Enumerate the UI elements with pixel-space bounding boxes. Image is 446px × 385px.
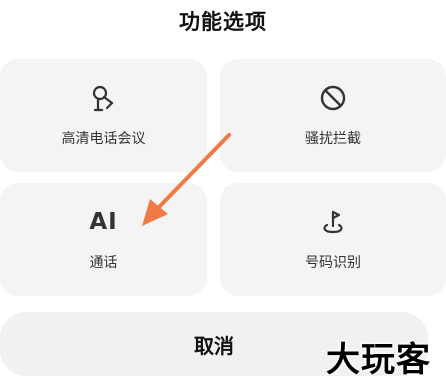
location-pin-icon [220,207,446,237]
option-hd-conference-call[interactable]: 高清电话会议 [0,59,207,172]
function-options-sheet: 功能选项 高清电话会议 骚扰拦截 AI 通话 号码识别 取消 大玩客 [0,0,446,385]
option-ai-call[interactable]: AI 通话 [0,183,207,296]
ai-icon: AI [0,207,207,237]
option-label: 号码识别 [305,255,361,271]
block-icon [220,83,446,113]
dialog-title: 功能选项 [179,10,267,34]
ai-icon-text: AI [89,209,118,235]
conference-mic-icon [0,83,207,113]
option-number-identification[interactable]: 号码识别 [220,183,446,296]
watermark-logo: 大玩客 [326,340,431,380]
option-harassment-blocking[interactable]: 骚扰拦截 [220,59,446,172]
option-label: 通话 [89,255,118,271]
option-label: 骚扰拦截 [305,131,361,147]
option-label: 高清电话会议 [61,131,146,147]
